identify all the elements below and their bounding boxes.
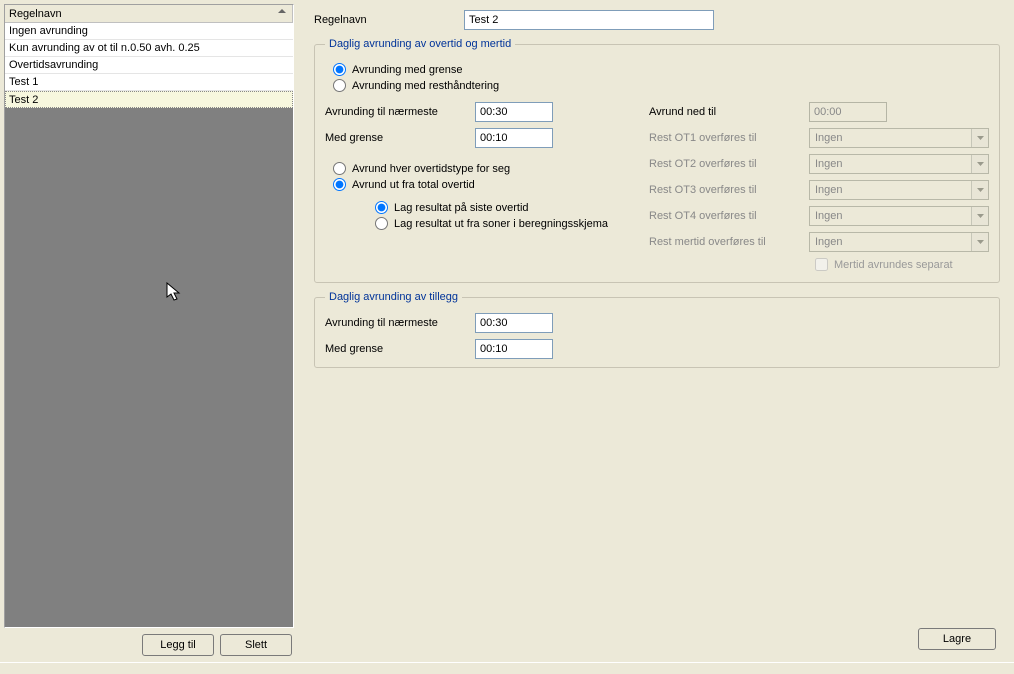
rest-transfer-value: Ingen [810,233,971,251]
delete-button[interactable]: Slett [220,634,292,656]
rest-transfer-value: Ingen [810,207,971,225]
mertid-separate-label: Mertid avrundes separat [834,259,953,271]
rest-transfer-label: Rest OT4 overføres til [649,210,809,222]
round-to-nearest-label: Avrunding til nærmeste [325,106,475,118]
list-item[interactable]: Test 1 [5,74,293,91]
chevron-down-icon [971,233,988,251]
list-item[interactable]: Test 2 [5,91,293,108]
rest-transfer-combo: Ingen [809,180,989,200]
supplement-limit-label: Med grense [325,343,475,355]
rest-transfer-label: Rest OT2 overføres til [649,158,809,170]
round-per-type-label: Avrund hver overtidstype for seg [352,163,510,175]
add-button[interactable]: Legg til [142,634,214,656]
supplement-limit-input[interactable] [475,339,553,359]
rule-list-header-label: Regelnavn [9,8,62,20]
mertid-separate-checkbox [815,258,828,271]
with-limit-input[interactable] [475,128,553,148]
rule-list[interactable]: Regelnavn Ingen avrundingKun avrunding a… [4,4,294,628]
save-button[interactable]: Lagre [918,628,996,650]
rule-name-input[interactable] [464,10,714,30]
round-to-nearest-input[interactable] [475,102,553,122]
overtime-rounding-legend: Daglig avrunding av overtid og mertid [325,38,515,50]
rest-transfer-value: Ingen [810,129,971,147]
result-from-zones-radio[interactable] [375,217,388,230]
round-down-to-input [809,102,887,122]
round-down-to-label: Avrund ned til [649,106,809,118]
round-per-type-radio[interactable] [333,162,346,175]
rest-transfer-value: Ingen [810,181,971,199]
rounding-with-rest-radio[interactable] [333,79,346,92]
rest-transfer-label: Rest mertid overføres til [649,236,809,248]
supplement-rounding-legend: Daglig avrunding av tillegg [325,291,462,303]
list-item[interactable]: Ingen avrunding [5,23,293,40]
supplement-round-to-label: Avrunding til nærmeste [325,317,475,329]
rounding-with-limit-radio[interactable] [333,63,346,76]
status-bar [0,662,1014,674]
chevron-down-icon [971,129,988,147]
result-last-overtime-label: Lag resultat på siste overtid [394,202,529,214]
round-from-total-radio[interactable] [333,178,346,191]
rest-transfer-combo: Ingen [809,206,989,226]
chevron-down-icon [971,181,988,199]
round-from-total-label: Avrund ut fra total overtid [352,179,475,191]
rest-transfer-label: Rest OT1 overføres til [649,132,809,144]
rounding-with-rest-label: Avrunding med resthåndtering [352,80,499,92]
overtime-rounding-group: Daglig avrunding av overtid og mertid Av… [314,38,1000,283]
list-item[interactable]: Kun avrunding av ot til n.0.50 avh. 0.25 [5,40,293,57]
chevron-down-icon [971,207,988,225]
rule-list-empty-area [5,108,293,627]
rule-name-label: Regelnavn [314,14,464,26]
rest-transfer-label: Rest OT3 overføres til [649,184,809,196]
supplement-round-to-input[interactable] [475,313,553,333]
rest-transfer-combo: Ingen [809,128,989,148]
supplement-rounding-group: Daglig avrunding av tillegg Avrunding ti… [314,291,1000,368]
sort-asc-icon [278,9,286,13]
list-item[interactable]: Overtidsavrunding [5,57,293,74]
rest-transfer-value: Ingen [810,155,971,173]
rest-transfer-combo: Ingen [809,232,989,252]
rule-list-header[interactable]: Regelnavn [5,5,293,23]
result-last-overtime-radio[interactable] [375,201,388,214]
result-from-zones-label: Lag resultat ut fra soner i beregningssk… [394,218,608,230]
with-limit-label: Med grense [325,132,475,144]
chevron-down-icon [971,155,988,173]
rounding-with-limit-label: Avrunding med grense [352,64,462,76]
rest-transfer-combo: Ingen [809,154,989,174]
